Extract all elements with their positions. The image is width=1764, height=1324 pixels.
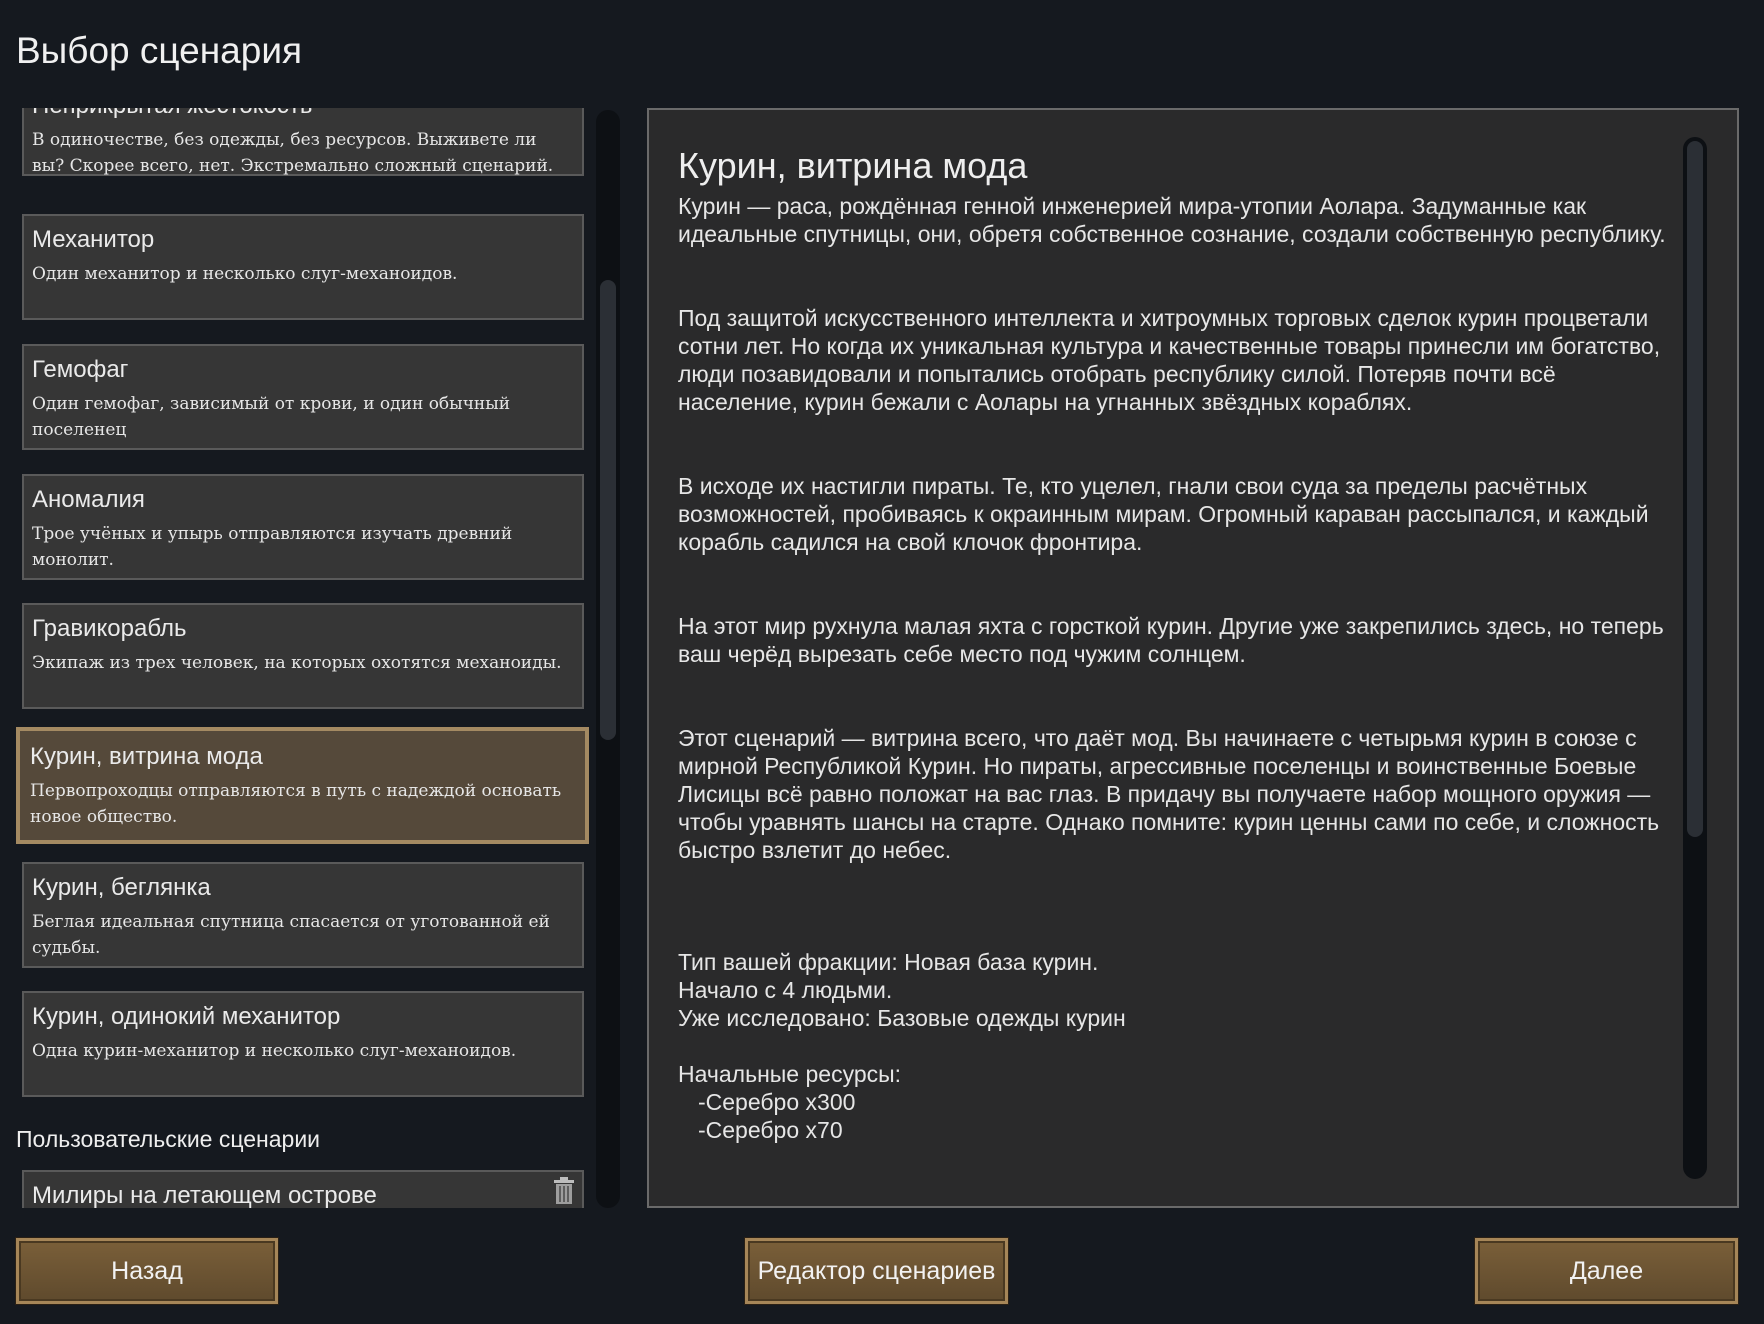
scenario-item[interactable]: Гравикорабль Экипаж из трех человек, на …	[22, 603, 584, 709]
scenario-select-screen: Выбор сценария Неприкрытая жестокость В …	[0, 0, 1764, 1324]
custom-scenarios-heading: Пользовательские сценарии	[16, 1126, 321, 1152]
scenario-name: Курин, одинокий механитор	[32, 1003, 341, 1030]
scenario-name: Милиры на летающем острове	[32, 1182, 377, 1208]
scenario-desc: Трое учёных и упырь отправляются изучать…	[32, 524, 513, 570]
resources-label: Начальные ресурсы:	[678, 1061, 902, 1087]
description-scrollbar[interactable]	[1683, 137, 1707, 1179]
resource-item: -Серебро x300	[698, 1089, 856, 1115]
scenario-item[interactable]: Механитор Один механитор и несколько слу…	[22, 214, 584, 320]
scenario-item[interactable]: Курин, беглянка Беглая идеальная спутниц…	[22, 862, 584, 968]
scenario-desc: Первопроходцы отправляются в путь с наде…	[30, 781, 562, 827]
scenario-name: Механитор	[32, 226, 155, 253]
scenario-name: Гемофаг	[32, 356, 129, 383]
scenario-desc: Один гемофаг, зависимый от крови, и один…	[32, 394, 511, 440]
scenario-desc: В одиночестве, без одежды, без ресурсов.…	[32, 130, 554, 176]
description-paragraph: Под защитой искусственного интеллекта и …	[678, 305, 1661, 415]
scenario-desc: Экипаж из трех человек, на которых охотя…	[32, 653, 562, 673]
trash-icon[interactable]	[552, 1176, 576, 1206]
scenario-item[interactable]: Гемофаг Один гемофаг, зависимый от крови…	[22, 344, 584, 450]
researched-tech: Уже исследовано: Базовые одежды курин	[678, 1005, 1126, 1031]
scenario-name: Неприкрытая жестокость	[32, 108, 574, 121]
scrollbar-thumb[interactable]	[1687, 141, 1703, 837]
description-paragraph: Этот сценарий — витрина всего, что даёт …	[678, 725, 1660, 863]
faction-type: Тип вашей фракции: Новая база курин.	[678, 949, 1099, 975]
scenario-desc: Один механитор и несколько слуг-механоид…	[32, 264, 458, 284]
scenario-item-selected[interactable]: Курин, витрина мода Первопроходцы отправ…	[16, 727, 589, 844]
description-title: Курин, витрина мода	[678, 145, 1028, 186]
description-paragraph: На этот мир рухнула малая яхта с горстко…	[678, 613, 1664, 667]
scenario-name: Курин, витрина мода	[30, 743, 263, 770]
scenario-list-scrollbar[interactable]	[596, 110, 620, 1208]
description-content: Курин, витрина мода Курин — раса, рождён…	[678, 144, 1680, 1184]
description-paragraph: Курин — раса, рождённая генной инженерие…	[678, 193, 1666, 247]
scenario-name: Курин, беглянка	[32, 874, 211, 901]
custom-scenario-item[interactable]: Милиры на летающем острове	[22, 1170, 584, 1208]
description-paragraph: В исходе их настигли пираты. Те, кто уце…	[678, 473, 1649, 555]
scenario-list[interactable]: Неприкрытая жестокость В одиночестве, бе…	[0, 108, 596, 1208]
back-button[interactable]: Назад	[16, 1238, 278, 1304]
scenario-name: Аномалия	[32, 486, 145, 513]
start-people: Начало с 4 людьми.	[678, 977, 893, 1003]
scenario-item[interactable]: Курин, одинокий механитор Одна курин-мех…	[22, 991, 584, 1097]
scenario-description-panel: Курин, витрина мода Курин — раса, рождён…	[647, 108, 1739, 1208]
page-title: Выбор сценария	[16, 30, 303, 71]
scenario-item[interactable]: Аномалия Трое учёных и упырь отправляютс…	[22, 474, 584, 580]
resource-item: -Серебро x70	[698, 1117, 843, 1143]
scrollbar-thumb[interactable]	[600, 280, 616, 740]
scenario-item[interactable]: Неприкрытая жестокость В одиночестве, бе…	[22, 108, 584, 176]
scenario-desc: Беглая идеальная спутница спасается от у…	[32, 912, 550, 958]
scenario-name: Гравикорабль	[32, 615, 187, 642]
scenario-desc: Одна курин-механитор и несколько слуг-ме…	[32, 1041, 517, 1061]
next-button[interactable]: Далее	[1475, 1238, 1738, 1304]
scenario-editor-button[interactable]: Редактор сценариев	[745, 1238, 1008, 1304]
